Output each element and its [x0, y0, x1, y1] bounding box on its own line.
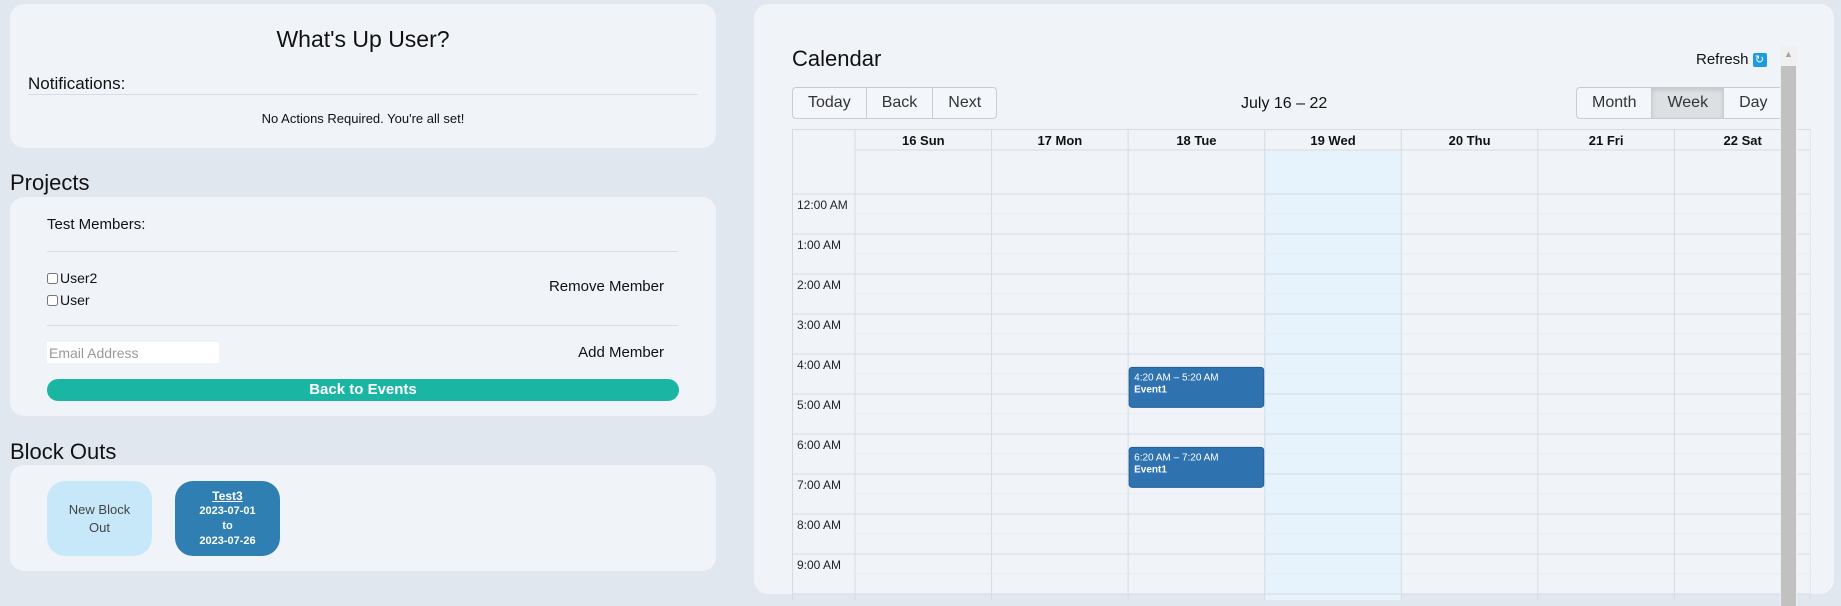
hour-label: 8:00 AM — [797, 518, 841, 532]
view-week-button[interactable]: Week — [1651, 87, 1725, 119]
hour-label: 10:00 AM — [797, 598, 848, 600]
calendar-card: Calendar Refresh ↻ Today Back Next July … — [754, 4, 1834, 606]
day-header[interactable]: 18 Tue — [1176, 133, 1216, 148]
calendar-scrollbar[interactable]: ▲ — [1780, 46, 1797, 606]
day-header[interactable]: 22 Sat — [1724, 133, 1763, 148]
date-range-label: July 16 – 22 — [1241, 95, 1328, 112]
block-out-item[interactable]: Test3 2023-07-01 to 2023-07-26 — [175, 481, 280, 556]
notifications-message: No Actions Required. You're all set! — [261, 111, 465, 126]
refresh-icon[interactable]: ↻ — [1752, 52, 1767, 67]
event-time: 6:20 AM – 7:20 AM — [1134, 452, 1219, 463]
block-out-to: to — [222, 520, 233, 532]
block-out-start: 2023-07-01 — [199, 505, 256, 517]
scroll-up-arrow-icon[interactable]: ▲ — [1780, 46, 1797, 63]
add-member-button[interactable]: Add Member — [578, 344, 664, 361]
day-header[interactable]: 17 Mon — [1037, 133, 1082, 148]
scrollbar-thumb[interactable] — [1781, 66, 1796, 606]
day-header[interactable]: 16 Sun — [902, 133, 945, 148]
members-divider-top — [47, 251, 678, 252]
member-label: User — [60, 292, 90, 308]
calendar-title: Calendar — [792, 46, 882, 71]
hour-label: 3:00 AM — [797, 318, 841, 332]
calendar-nav-group: Today Back Next — [792, 87, 998, 119]
greeting-heading: What's Up User? — [276, 26, 450, 52]
refresh-label: Refresh — [1696, 51, 1749, 68]
calendar-view-group: Month Week Day — [1576, 87, 1784, 119]
new-block-out-label-line1: New Block — [68, 502, 131, 517]
member-item-user[interactable]: User — [47, 292, 90, 308]
hour-label: 4:00 AM — [797, 358, 841, 372]
back-button[interactable]: Back — [865, 87, 934, 119]
hour-label: 1:00 AM — [797, 238, 841, 252]
view-day-button[interactable]: Day — [1723, 87, 1784, 119]
week-grid: 12:00 AM 1:00 AM 2:00 AM 3:00 AM 4:00 AM 5:00… — [792, 129, 1811, 600]
block-out-name[interactable]: Test3 — [175, 489, 280, 504]
hour-label: 7:00 AM — [797, 478, 841, 492]
view-month-button[interactable]: Month — [1576, 87, 1653, 119]
remove-member-button[interactable]: Remove Member — [549, 278, 664, 295]
email-address-input[interactable] — [47, 342, 219, 363]
back-to-events-button[interactable]: Back to Events — [47, 379, 679, 401]
next-button[interactable]: Next — [932, 87, 998, 119]
blockouts-section-title: Block Outs — [10, 439, 117, 464]
member-label: User2 — [60, 270, 98, 286]
member-item-user2[interactable]: User2 — [47, 270, 97, 286]
event-title: Event1 — [1134, 384, 1167, 395]
member-checkbox-user[interactable] — [47, 294, 58, 306]
new-block-out-button[interactable]: New Block Out — [47, 481, 152, 556]
hour-label: 5:00 AM — [797, 398, 841, 412]
notifications-card: What's Up User? Notifications: No Action… — [10, 4, 716, 148]
notifications-divider — [28, 94, 698, 95]
blockouts-card: New Block Out Test3 2023-07-01 to 2023-0… — [10, 465, 716, 571]
hour-label: 2:00 AM — [797, 278, 841, 292]
week-grid-svg: 12:00 AM 1:00 AM 2:00 AM 3:00 AM 4:00 AM 5:00… — [793, 130, 1811, 600]
day-header[interactable]: 21 Fri — [1589, 133, 1624, 148]
event-title: Event1 — [1134, 464, 1167, 475]
member-checkbox-user2[interactable] — [47, 272, 58, 284]
today-column-highlight — [1264, 150, 1402, 600]
members-divider-bottom — [47, 325, 678, 326]
notifications-label: Notifications: — [28, 74, 126, 93]
refresh-button[interactable]: Refresh ↻ — [1696, 51, 1767, 68]
block-out-end: 2023-07-26 — [199, 535, 256, 547]
day-header[interactable]: 20 Thu — [1449, 133, 1491, 148]
projects-section-title: Projects — [10, 170, 90, 195]
event-time: 4:20 AM – 5:20 AM — [1134, 372, 1219, 383]
hour-label: 12:00 AM — [797, 198, 848, 212]
projects-card: Test Members: User2 User Remove Member A… — [10, 197, 716, 416]
today-button[interactable]: Today — [792, 87, 867, 119]
members-header: Test Members: — [47, 216, 146, 233]
hour-label: 6:00 AM — [797, 438, 841, 452]
new-block-out-label-line2: Out — [89, 520, 110, 535]
hour-label: 9:00 AM — [797, 558, 841, 572]
day-header[interactable]: 19 Wed — [1310, 133, 1355, 148]
